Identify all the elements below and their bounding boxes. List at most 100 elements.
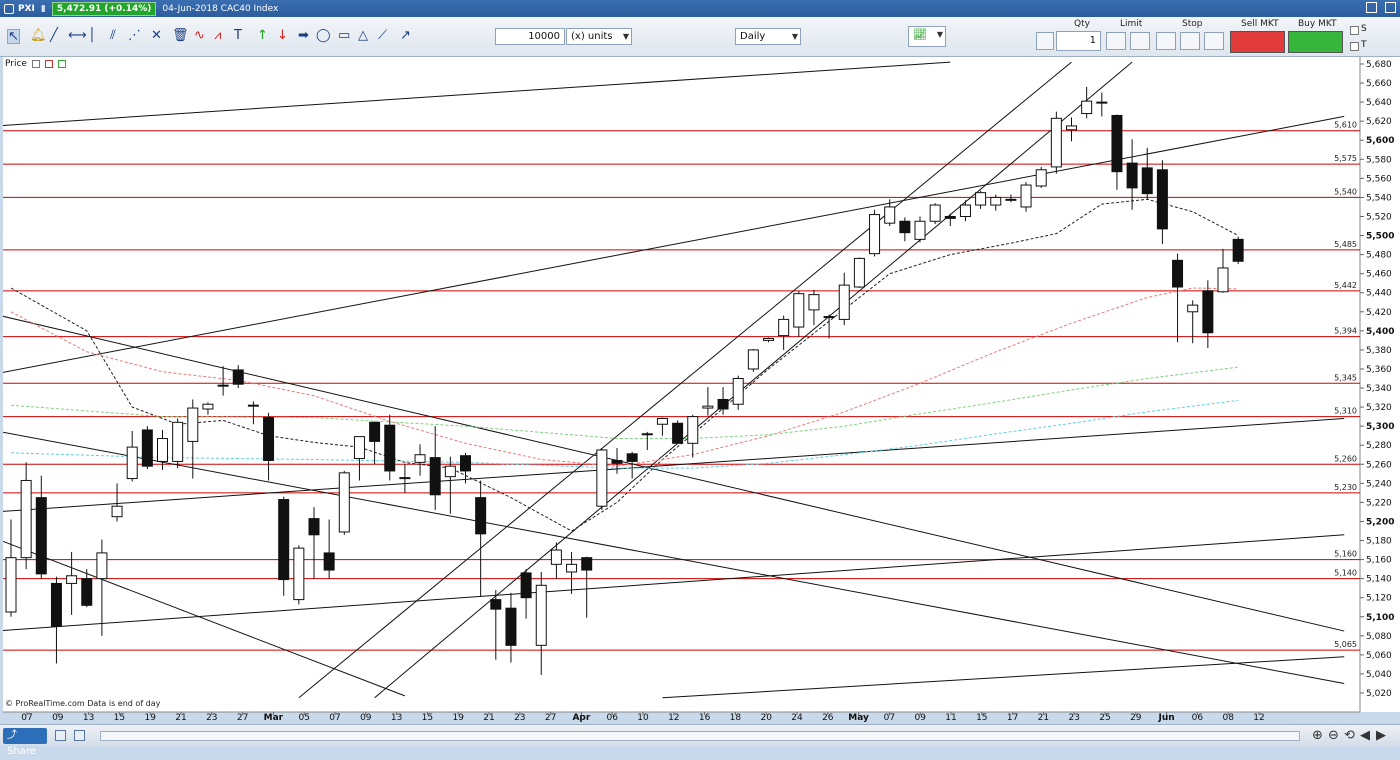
stop-close-button[interactable] xyxy=(1204,32,1224,50)
limit-buy-button[interactable] xyxy=(1106,32,1126,50)
limit-sell-button[interactable] xyxy=(1130,32,1150,50)
candle-body xyxy=(5,557,17,613)
period-select[interactable]: Daily ▼ xyxy=(735,28,801,45)
stop-sell-button[interactable] xyxy=(1180,32,1200,50)
x-tick-label: 21 xyxy=(1038,713,1049,723)
order-settings-icon[interactable] xyxy=(1036,32,1054,50)
s-checkbox[interactable] xyxy=(1350,26,1359,35)
pointer-tool-icon[interactable]: ↖ xyxy=(7,29,20,44)
buy-market-button[interactable] xyxy=(1288,31,1343,53)
time-scrollbar[interactable] xyxy=(100,731,1300,741)
candle-body xyxy=(384,424,396,472)
right-arrow-tool-icon[interactable]: ➡ xyxy=(298,29,309,42)
t-checkbox[interactable] xyxy=(1350,42,1359,51)
x-tick-label: 07 xyxy=(884,713,895,723)
options-icon[interactable] xyxy=(1366,2,1377,13)
candle-body xyxy=(278,499,290,581)
indicator-menu-button[interactable]: 📈︎ ▼ xyxy=(908,26,946,47)
candle-body xyxy=(732,378,744,405)
chevron-down-icon: ▼ xyxy=(936,30,943,39)
candle-body xyxy=(1232,238,1244,262)
price-label-text: Price xyxy=(5,59,27,69)
candle-body xyxy=(247,404,259,407)
order-panel: Qty Limit Stop Sell MKT Buy MKT 1 xyxy=(1034,18,1344,56)
fibonacci-fan-icon[interactable]: ⋰ xyxy=(128,29,141,42)
candle-body xyxy=(687,416,699,444)
candle-body xyxy=(959,204,971,217)
wrench-icon[interactable] xyxy=(31,59,40,68)
scroll-left-icon[interactable]: ◀ xyxy=(1360,728,1370,743)
units-select-value: (x) units xyxy=(571,31,613,42)
plot-area xyxy=(3,57,1360,712)
window-menu-icon[interactable] xyxy=(4,3,14,14)
candle-body xyxy=(1156,169,1168,230)
candle-body xyxy=(975,192,987,206)
info-icon[interactable]: ▮ xyxy=(41,4,46,14)
x-tick-label: 26 xyxy=(822,713,834,723)
trendline-tool-icon[interactable]: ╱ xyxy=(50,29,58,42)
y-tick-label: 5,480 xyxy=(1366,251,1392,261)
gann-tool-icon[interactable]: ✕ xyxy=(151,29,162,42)
units-select[interactable]: (x) units ▼ xyxy=(566,28,632,45)
candle-body xyxy=(626,453,638,462)
x-tick-label: 19 xyxy=(144,713,156,723)
reset-zoom-icon[interactable]: ⟲ xyxy=(1344,728,1355,743)
compare-icon[interactable] xyxy=(74,730,85,741)
candle-body xyxy=(1066,125,1077,131)
zoom-in-icon[interactable]: ⊕ xyxy=(1312,728,1323,743)
candle-body xyxy=(369,421,381,442)
y-tick-label: 5,640 xyxy=(1366,98,1392,108)
candle-body xyxy=(1172,259,1184,288)
close-panel-icon[interactable] xyxy=(44,59,53,68)
alert-bell-icon[interactable]: 🔔︎ xyxy=(30,29,47,42)
candle-body xyxy=(460,455,471,472)
scroll-right-icon[interactable]: ▶ xyxy=(1376,728,1386,743)
sell-market-button[interactable] xyxy=(1230,31,1285,53)
rectangle-tool-icon[interactable]: ▭ xyxy=(338,29,350,42)
vertical-line-icon[interactable]: │ xyxy=(88,29,96,42)
text-tool-icon[interactable]: T xyxy=(234,29,242,42)
down-arrow-tool-icon[interactable]: ↓ xyxy=(277,29,288,42)
trend-fan-icon[interactable]: ⟋ xyxy=(378,29,387,42)
horizontal-line-icon[interactable]: ⟷ xyxy=(68,29,87,42)
share-button[interactable]: ⤴ Share xyxy=(3,728,47,757)
y-tick-label: 5,380 xyxy=(1366,346,1392,356)
candle-body xyxy=(232,369,244,385)
y-tick-label: 5,160 xyxy=(1366,556,1392,566)
candle-body xyxy=(944,215,956,219)
wave-tool-icon[interactable]: ∿ xyxy=(194,29,205,42)
zoom-tool-icon[interactable]: ↗ xyxy=(400,29,411,42)
horizontal-level-label: 5,394 xyxy=(1334,327,1357,336)
add-indicator-icon[interactable] xyxy=(57,59,66,68)
candle-body xyxy=(581,557,593,571)
candle-body xyxy=(353,436,365,460)
candle-body xyxy=(747,349,759,370)
qty-input[interactable]: 1 xyxy=(1056,31,1101,51)
triangle-tool-icon[interactable]: △ xyxy=(358,29,368,42)
x-tick-label: 20 xyxy=(760,713,772,723)
candle-body xyxy=(550,549,562,565)
ellipse-tool-icon[interactable]: ◯ xyxy=(316,29,331,42)
candle-body xyxy=(338,472,350,533)
indicators-icon[interactable] xyxy=(55,730,66,741)
y-tick-label: 5,660 xyxy=(1366,79,1392,89)
candle-body xyxy=(853,257,865,288)
pattern-tool-icon[interactable]: ⩘ xyxy=(214,29,221,42)
x-tick-label: 09 xyxy=(360,713,372,723)
candle-body xyxy=(1217,267,1229,293)
channel-tool-icon[interactable]: ⫽ xyxy=(110,29,116,42)
delete-drawings-icon[interactable]: 🗑︎ xyxy=(172,29,189,42)
candle-body xyxy=(66,575,78,584)
zoom-out-icon[interactable]: ⊖ xyxy=(1328,728,1339,743)
maximize-icon[interactable] xyxy=(1385,2,1396,13)
quantity-input[interactable]: 10000 xyxy=(495,28,565,45)
candle-body xyxy=(20,479,32,559)
stop-buy-button[interactable] xyxy=(1156,32,1176,50)
x-tick-label: 16 xyxy=(699,713,711,723)
price-chart[interactable]: 5,610 5,575 5,540 5,485 5,442 5,394 5,345 5,310… xyxy=(0,57,1400,724)
y-tick-label: 5,540 xyxy=(1366,193,1392,203)
up-arrow-tool-icon[interactable]: ↑ xyxy=(257,29,268,42)
share-label: Share xyxy=(7,746,36,757)
x-tick-label: 23 xyxy=(206,713,217,723)
candle-body xyxy=(126,446,138,480)
